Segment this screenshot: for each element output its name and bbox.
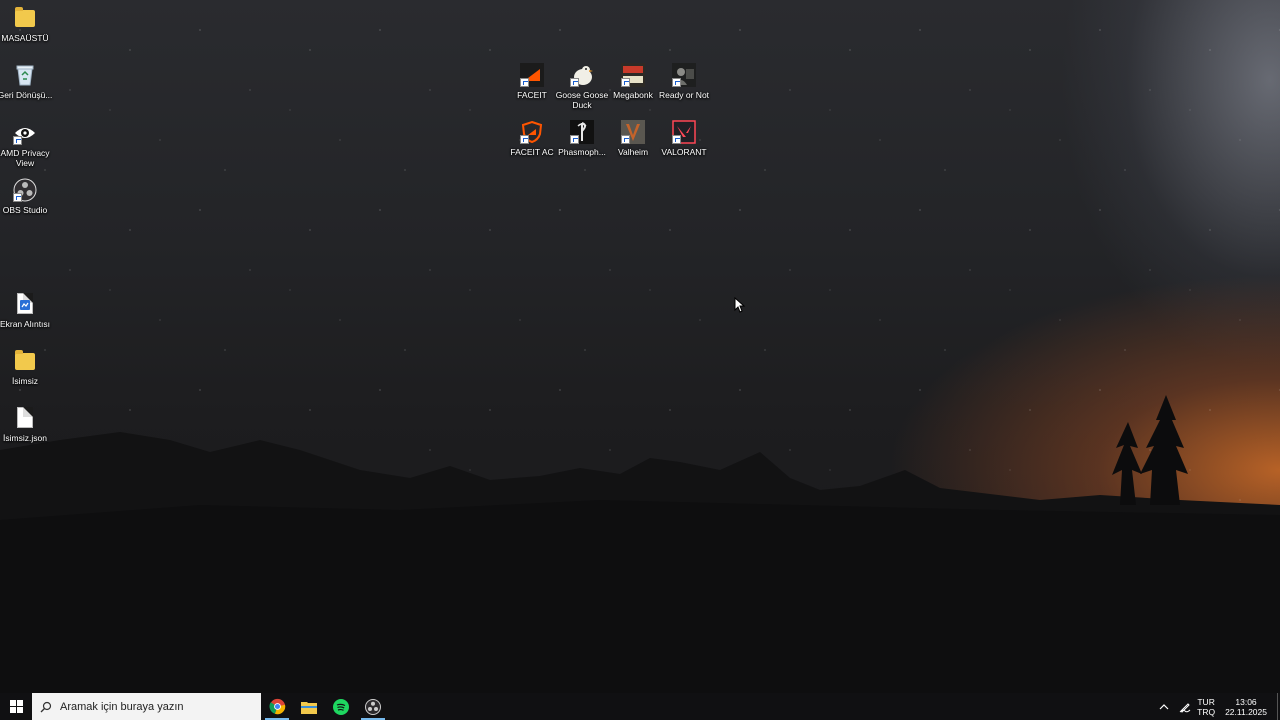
taskbar-clock[interactable]: 13:06 22.11.2025 — [1225, 697, 1267, 717]
language-code: TUR — [1197, 696, 1215, 707]
ready-or-not-icon — [672, 63, 696, 87]
shortcut-arrow-icon — [13, 136, 22, 145]
desktop-icon-megabonk[interactable]: Megabonk — [604, 63, 662, 100]
phasmophobia-icon — [570, 120, 594, 144]
desktop-icon-masaustu[interactable]: MASAÜSTÜ — [0, 6, 54, 43]
desktop-icon-label: AMD Privacy View — [0, 148, 50, 168]
desktop-icon-label: Ready or Not — [658, 90, 710, 100]
json-file-icon — [17, 407, 33, 428]
shortcut-arrow-icon — [570, 135, 579, 144]
desktop-icon-label: OBS Studio — [2, 205, 48, 215]
desktop-wallpaper: MASAÜSTÜ Geri Dönüşü... AMD Privacy View… — [0, 0, 1280, 693]
desktop-icon-ready-or-not[interactable]: Ready or Not — [655, 63, 713, 100]
search-placeholder: Aramak için buraya yazın — [60, 700, 184, 713]
desktop-icon-label: VALORANT — [661, 147, 707, 157]
desktop-icon-label: MASAÜSTÜ — [1, 33, 49, 43]
file-explorer-icon — [301, 701, 317, 714]
system-tray: TUR TRQ 13:06 22.11.2025 — [1159, 693, 1280, 720]
mountain-silhouette — [0, 395, 1280, 693]
spotify-icon — [333, 698, 349, 715]
folder-icon — [15, 7, 35, 27]
desktop-icon-ekran-alintisi[interactable]: Ekran Alıntısı — [0, 292, 54, 329]
keyboard-layout-code: TRQ — [1197, 706, 1216, 717]
desktop-icon-label: İsimsiz.json — [3, 433, 47, 443]
desktop-icon-goose-goose-duck[interactable]: Goose Goose Duck — [553, 63, 611, 110]
shortcut-arrow-icon — [520, 135, 529, 144]
desktop-icon-label: Ekran Alıntısı — [0, 319, 51, 329]
windows-logo-icon — [9, 700, 23, 713]
search-icon — [40, 701, 52, 712]
taskbar: Aramak için buraya yazın TUR TRQ 13:06 2… — [0, 693, 1280, 720]
chrome-icon — [268, 698, 285, 715]
obs-studio-icon — [365, 698, 381, 715]
desktop-icon-label: Valheim — [617, 147, 649, 157]
taskbar-app-obs-studio[interactable] — [357, 693, 389, 720]
desktop-icon-label: Megabonk — [613, 90, 653, 100]
desktop-icon-isimsiz-json[interactable]: İsimsiz.json — [0, 406, 54, 443]
valorant-icon — [672, 120, 696, 144]
taskbar-app-spotify[interactable] — [325, 693, 357, 720]
pen-input-icon[interactable] — [1179, 701, 1191, 713]
desktop-icon-phasmophobia[interactable]: Phasmoph... — [553, 120, 611, 157]
desktop-icon-obs-studio[interactable]: OBS Studio — [0, 178, 54, 215]
desktop-icon-label: Geri Dönüşü... — [0, 90, 53, 100]
shortcut-arrow-icon — [621, 78, 630, 87]
desktop-icon-label: Phasmoph... — [558, 147, 606, 157]
faceit-icon — [520, 63, 544, 87]
faceit-ac-icon — [520, 120, 544, 144]
shortcut-arrow-icon — [570, 78, 579, 87]
desktop-icon-label: İsimsiz — [12, 376, 38, 386]
shortcut-arrow-icon — [672, 78, 681, 87]
shortcut-arrow-icon — [621, 135, 630, 144]
megabonk-icon — [621, 63, 645, 87]
shortcut-arrow-icon — [13, 193, 22, 202]
valheim-icon — [621, 120, 645, 144]
screenshot-file-icon — [13, 292, 37, 316]
folder-icon — [15, 350, 35, 370]
shortcut-arrow-icon — [672, 135, 681, 144]
goose-goose-duck-icon — [570, 63, 594, 87]
desktop-icon-valheim[interactable]: Valheim — [604, 120, 662, 157]
desktop-icon-amd-privacy-view[interactable]: AMD Privacy View — [0, 121, 54, 168]
obs-studio-icon — [13, 178, 37, 202]
clock-time: 13:06 — [1235, 696, 1257, 707]
taskbar-app-file-explorer[interactable] — [293, 693, 325, 720]
desktop-icon-isimsiz-folder[interactable]: İsimsiz — [0, 349, 54, 386]
chevron-up-icon[interactable] — [1159, 703, 1169, 711]
desktop-icon-label: Goose Goose Duck — [555, 90, 609, 110]
recycle-bin-icon — [13, 63, 37, 87]
desktop-icon-recycle-bin[interactable]: Geri Dönüşü... — [0, 63, 54, 100]
taskbar-search-box[interactable]: Aramak için buraya yazın — [32, 693, 261, 720]
desktop-icon-valorant[interactable]: VALORANT — [655, 120, 713, 157]
amd-privacy-view-icon — [13, 121, 37, 145]
start-button[interactable] — [0, 693, 32, 720]
input-language-indicator[interactable]: TUR TRQ — [1197, 697, 1215, 717]
clock-date: 22.11.2025 — [1225, 706, 1267, 717]
mouse-cursor-icon — [734, 297, 746, 313]
taskbar-app-chrome[interactable] — [261, 693, 293, 720]
shortcut-arrow-icon — [520, 78, 529, 87]
